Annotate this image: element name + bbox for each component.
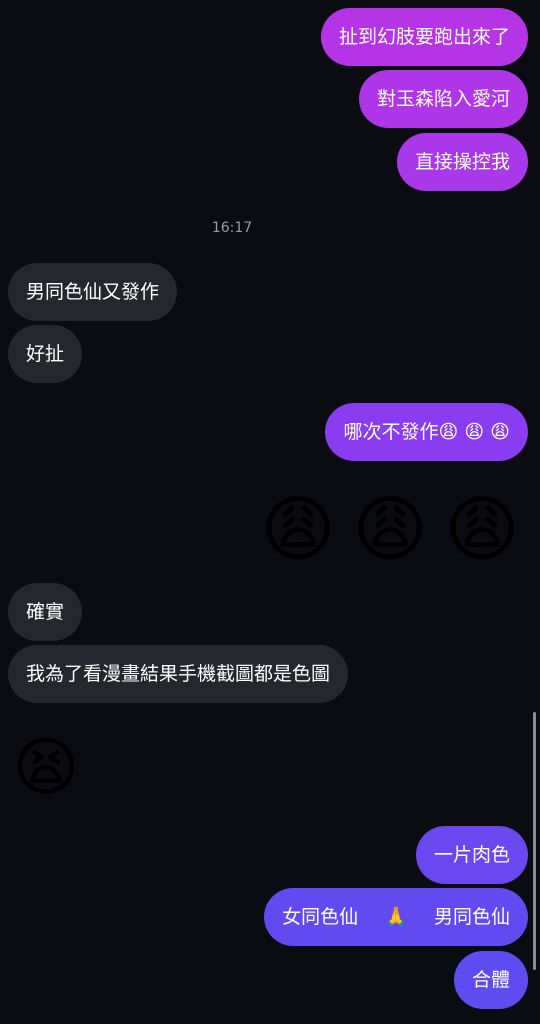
- received-message-bubble[interactable]: 好扯: [8, 325, 83, 383]
- weary-face-icon: 😩 😩 😩: [438, 421, 510, 443]
- received-message-bubble[interactable]: 我為了看漫畫結果手機截圖都是色圖: [8, 645, 349, 703]
- sent-message-bubble[interactable]: 扯到幻肢要跑出來了: [320, 8, 528, 66]
- message-text: 男同色仙: [433, 906, 510, 928]
- sent-message-bubble[interactable]: 直接操控我: [396, 133, 528, 191]
- sent-message-bubble[interactable]: 對玉森陷入愛河: [358, 70, 528, 128]
- weary-face-icon[interactable]: 😩: [256, 487, 340, 571]
- weary-face-icon[interactable]: 😩: [348, 487, 432, 571]
- folded-hands-icon: 🙏: [384, 906, 408, 928]
- sent-message-bubble[interactable]: 合體: [453, 951, 528, 1009]
- received-message-bubble[interactable]: 男同色仙又發作: [8, 263, 178, 321]
- message-text: 女同色仙: [282, 906, 359, 928]
- message-text: 哪次不發作: [343, 421, 439, 443]
- sent-message-bubble[interactable]: 一片肉色: [415, 826, 528, 884]
- weary-face-icon[interactable]: 😩: [440, 487, 524, 571]
- scrollbar[interactable]: [533, 712, 536, 970]
- sent-message-bubble[interactable]: 女同色仙 🙏 男同色仙: [264, 888, 528, 946]
- message-timestamp: 16:17: [211, 220, 253, 236]
- received-message-bubble[interactable]: 確實: [8, 583, 83, 641]
- sent-message-bubble[interactable]: 哪次不發作😩 😩 😩: [325, 403, 528, 461]
- tired-face-icon[interactable]: 😫: [6, 728, 86, 808]
- chat-screen: 扯到幻肢要跑出來了 對玉森陷入愛河 直接操控我 16:17 男同色仙又發作 好扯…: [0, 0, 540, 1024]
